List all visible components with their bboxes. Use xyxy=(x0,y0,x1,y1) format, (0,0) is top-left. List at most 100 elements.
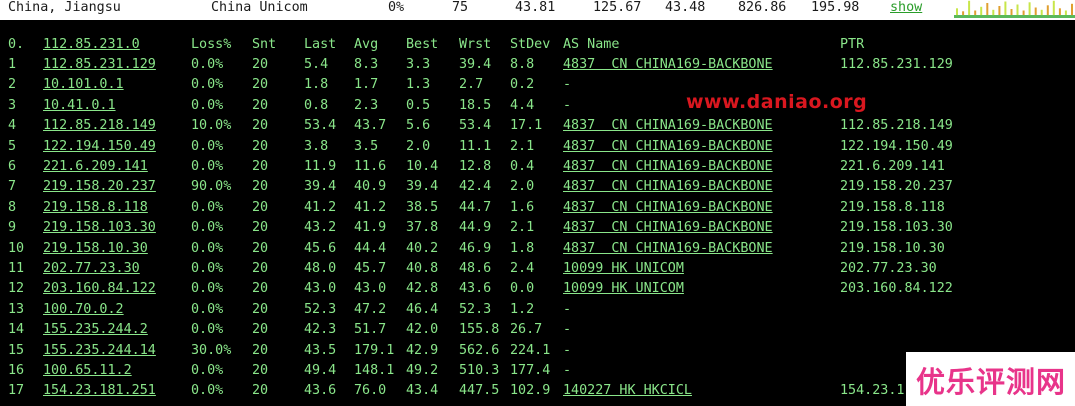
hop-ip-cell[interactable]: 219.158.10.30 xyxy=(43,239,148,259)
sparkline-bar xyxy=(1046,5,1049,16)
hop-wrst-cell: 447.5 xyxy=(459,383,500,399)
hop-loss-cell: 0.0% xyxy=(191,363,224,378)
hop-ip-cell[interactable]: 122.194.150.49 xyxy=(43,137,156,157)
hop-stdev-cell: 2.1 xyxy=(510,220,535,236)
hop-last-cell: 5.4 xyxy=(304,57,329,72)
hop-ip-cell[interactable]: 100.70.0.2 xyxy=(43,300,124,320)
site-logo-text: 优乐评测网 xyxy=(916,365,1067,399)
sparkline-bar xyxy=(1034,7,1037,15)
hop-row: 9 219.158.103.30 0.0% 20 43.2 41.9 37.8 44.9 2.1… xyxy=(0,218,1075,238)
hop-as-cell[interactable]: 4837 CN CHINA169-BACKBONE xyxy=(563,116,773,136)
hop-ip-cell[interactable]: 155.235.244.14 xyxy=(43,341,156,361)
hop-hop-cell: 12 xyxy=(8,281,25,297)
hop-last-cell: 41.2 xyxy=(304,199,337,215)
hop-as-cell[interactable]: 4837 CN CHINA169-BACKBONE xyxy=(563,137,773,157)
hop-wrst-cell: 43.6 xyxy=(459,281,492,297)
hop-stdev-cell: 102.9 xyxy=(510,383,551,399)
hop-ip-cell[interactable]: 100.65.11.2 xyxy=(43,361,132,381)
hop-stdev-cell: 0.2 xyxy=(510,77,535,93)
summary-extra: 195.98 xyxy=(811,0,860,15)
hop-ip-cell[interactable]: 155.235.244.2 xyxy=(43,320,148,340)
hop-as-cell[interactable]: 4837 CN CHINA169-BACKBONE xyxy=(563,218,773,238)
hop-snt-cell: 20 xyxy=(252,179,269,195)
hop-snt-cell: 20 xyxy=(252,159,269,174)
hop-avg-cell: 2.3 xyxy=(354,97,379,113)
hop-best-cell: 10.4 xyxy=(406,159,439,174)
hop-ptr-cell: 219.158.20.237 xyxy=(840,179,953,195)
hop-ip-cell[interactable]: 221.6.209.141 xyxy=(43,157,148,177)
hop-loss-cell: 0.0% xyxy=(191,322,224,338)
hop-best-cell: 42.9 xyxy=(406,342,439,358)
col-last-header: Last xyxy=(304,37,337,52)
hop-wrst-cell: 39.4 xyxy=(459,57,492,72)
hop-as-cell[interactable]: 140227 HK HKCICL xyxy=(563,381,692,401)
hop-wrst-cell: 44.7 xyxy=(459,199,492,215)
hop-ptr-cell: 122.194.150.49 xyxy=(840,138,953,154)
hop-as-cell[interactable]: 10099 HK UNICOM xyxy=(563,279,684,299)
col-host-header[interactable]: 112.85.231.0 xyxy=(43,35,140,55)
hop-avg-cell: 8.3 xyxy=(354,57,379,72)
hop-ip-cell[interactable]: 10.41.0.1 xyxy=(43,96,116,116)
hop-hop-cell: 2 xyxy=(8,77,17,93)
hop-last-cell: 48.0 xyxy=(304,261,337,276)
hop-ip-cell[interactable]: 154.23.181.251 xyxy=(43,381,156,401)
hop-ip-cell[interactable]: 112.85.218.149 xyxy=(43,116,156,136)
col-stdev-header: StDev xyxy=(510,37,551,52)
hop-as-cell: - xyxy=(563,342,572,358)
hop-avg-cell: 41.9 xyxy=(354,220,387,236)
hop-wrst-cell: 510.3 xyxy=(459,363,500,378)
hop-stdev-cell: 0.4 xyxy=(510,159,535,174)
hop-ip-cell[interactable]: 219.158.20.237 xyxy=(43,177,156,197)
hop-wrst-cell: 18.5 xyxy=(459,97,492,113)
summary-loss: 0% xyxy=(388,0,405,15)
hop-as-cell[interactable]: 4837 CN CHINA169-BACKBONE xyxy=(563,177,773,197)
col-as-header: AS Name xyxy=(563,37,620,52)
hop-row: 8 219.158.8.118 0.0% 20 41.2 41.2 38.5 44.7 1.6 4… xyxy=(0,198,1075,218)
hop-wrst-cell: 53.4 xyxy=(459,118,492,134)
hop-stdev-cell: 1.8 xyxy=(510,240,535,256)
hop-ptr-cell: 154.23.1 xyxy=(840,383,905,399)
hop-avg-cell: 43.0 xyxy=(354,281,387,297)
hop-hop-cell: 15 xyxy=(8,342,25,358)
summary-stdev: 826.86 xyxy=(738,0,787,15)
hop-best-cell: 46.4 xyxy=(406,301,439,317)
hop-ip-cell[interactable]: 10.101.0.1 xyxy=(43,75,124,95)
col-snt-header: Snt xyxy=(252,37,277,52)
hop-ip-cell[interactable]: 112.85.231.129 xyxy=(43,55,156,75)
sparkline-bar xyxy=(992,9,995,16)
hop-hop-cell: 13 xyxy=(8,301,25,317)
hop-row: 6 221.6.209.141 0.0% 20 11.9 11.6 10.4 12.8 0.4 4… xyxy=(0,157,1075,177)
hop-row: 2 10.101.0.1 0.0% 20 1.8 1.7 1.3 2.7 0.2 - xyxy=(0,75,1075,95)
hop-row: 12 203.160.84.122 0.0% 20 43.0 43.0 42.8 43.6 0.… xyxy=(0,279,1075,299)
hop-ip-cell[interactable]: 219.158.103.30 xyxy=(43,218,156,238)
hop-stdev-cell: 0.0 xyxy=(510,281,535,297)
sparkline-bar xyxy=(986,3,989,15)
show-details-link[interactable]: show xyxy=(890,0,922,16)
hop-as-cell: - xyxy=(563,97,572,113)
col-hop-header: 0. xyxy=(8,37,25,52)
hop-hop-cell: 5 xyxy=(8,138,17,154)
sparkline-bar xyxy=(980,6,983,16)
hop-hop-cell: 10 xyxy=(8,240,25,256)
hop-ip-cell[interactable]: 203.160.84.122 xyxy=(43,279,156,299)
hop-as-cell[interactable]: 10099 HK UNICOM xyxy=(563,259,684,279)
sparkline-bar xyxy=(1022,10,1025,15)
hop-as-cell[interactable]: 4837 CN CHINA169-BACKBONE xyxy=(563,55,773,75)
hop-avg-cell: 11.6 xyxy=(354,159,387,174)
sparkline-bar xyxy=(1071,3,1073,16)
hop-avg-cell: 51.7 xyxy=(354,322,387,338)
hop-snt-cell: 20 xyxy=(252,261,269,276)
hop-row: 5 122.194.150.49 0.0% 20 3.8 3.5 2.0 11.1 2.1 483… xyxy=(0,137,1075,157)
hop-wrst-cell: 12.8 xyxy=(459,159,492,174)
hop-as-cell[interactable]: 4837 CN CHINA169-BACKBONE xyxy=(563,239,773,259)
hop-hop-cell: 6 xyxy=(8,159,17,174)
hop-ip-cell[interactable]: 202.77.23.30 xyxy=(43,259,140,279)
sparkline-baseline xyxy=(954,15,1075,18)
hop-last-cell: 43.6 xyxy=(304,383,337,399)
hop-best-cell: 2.0 xyxy=(406,138,431,154)
hop-row: 7 219.158.20.237 90.0% 20 39.4 40.9 39.4 42.4 2.… xyxy=(0,177,1075,197)
hop-as-cell[interactable]: 4837 CN CHINA169-BACKBONE xyxy=(563,198,773,218)
hop-as-cell[interactable]: 4837 CN CHINA169-BACKBONE xyxy=(563,157,773,177)
sparkline-bar xyxy=(1040,9,1043,16)
hop-ip-cell[interactable]: 219.158.8.118 xyxy=(43,198,148,218)
